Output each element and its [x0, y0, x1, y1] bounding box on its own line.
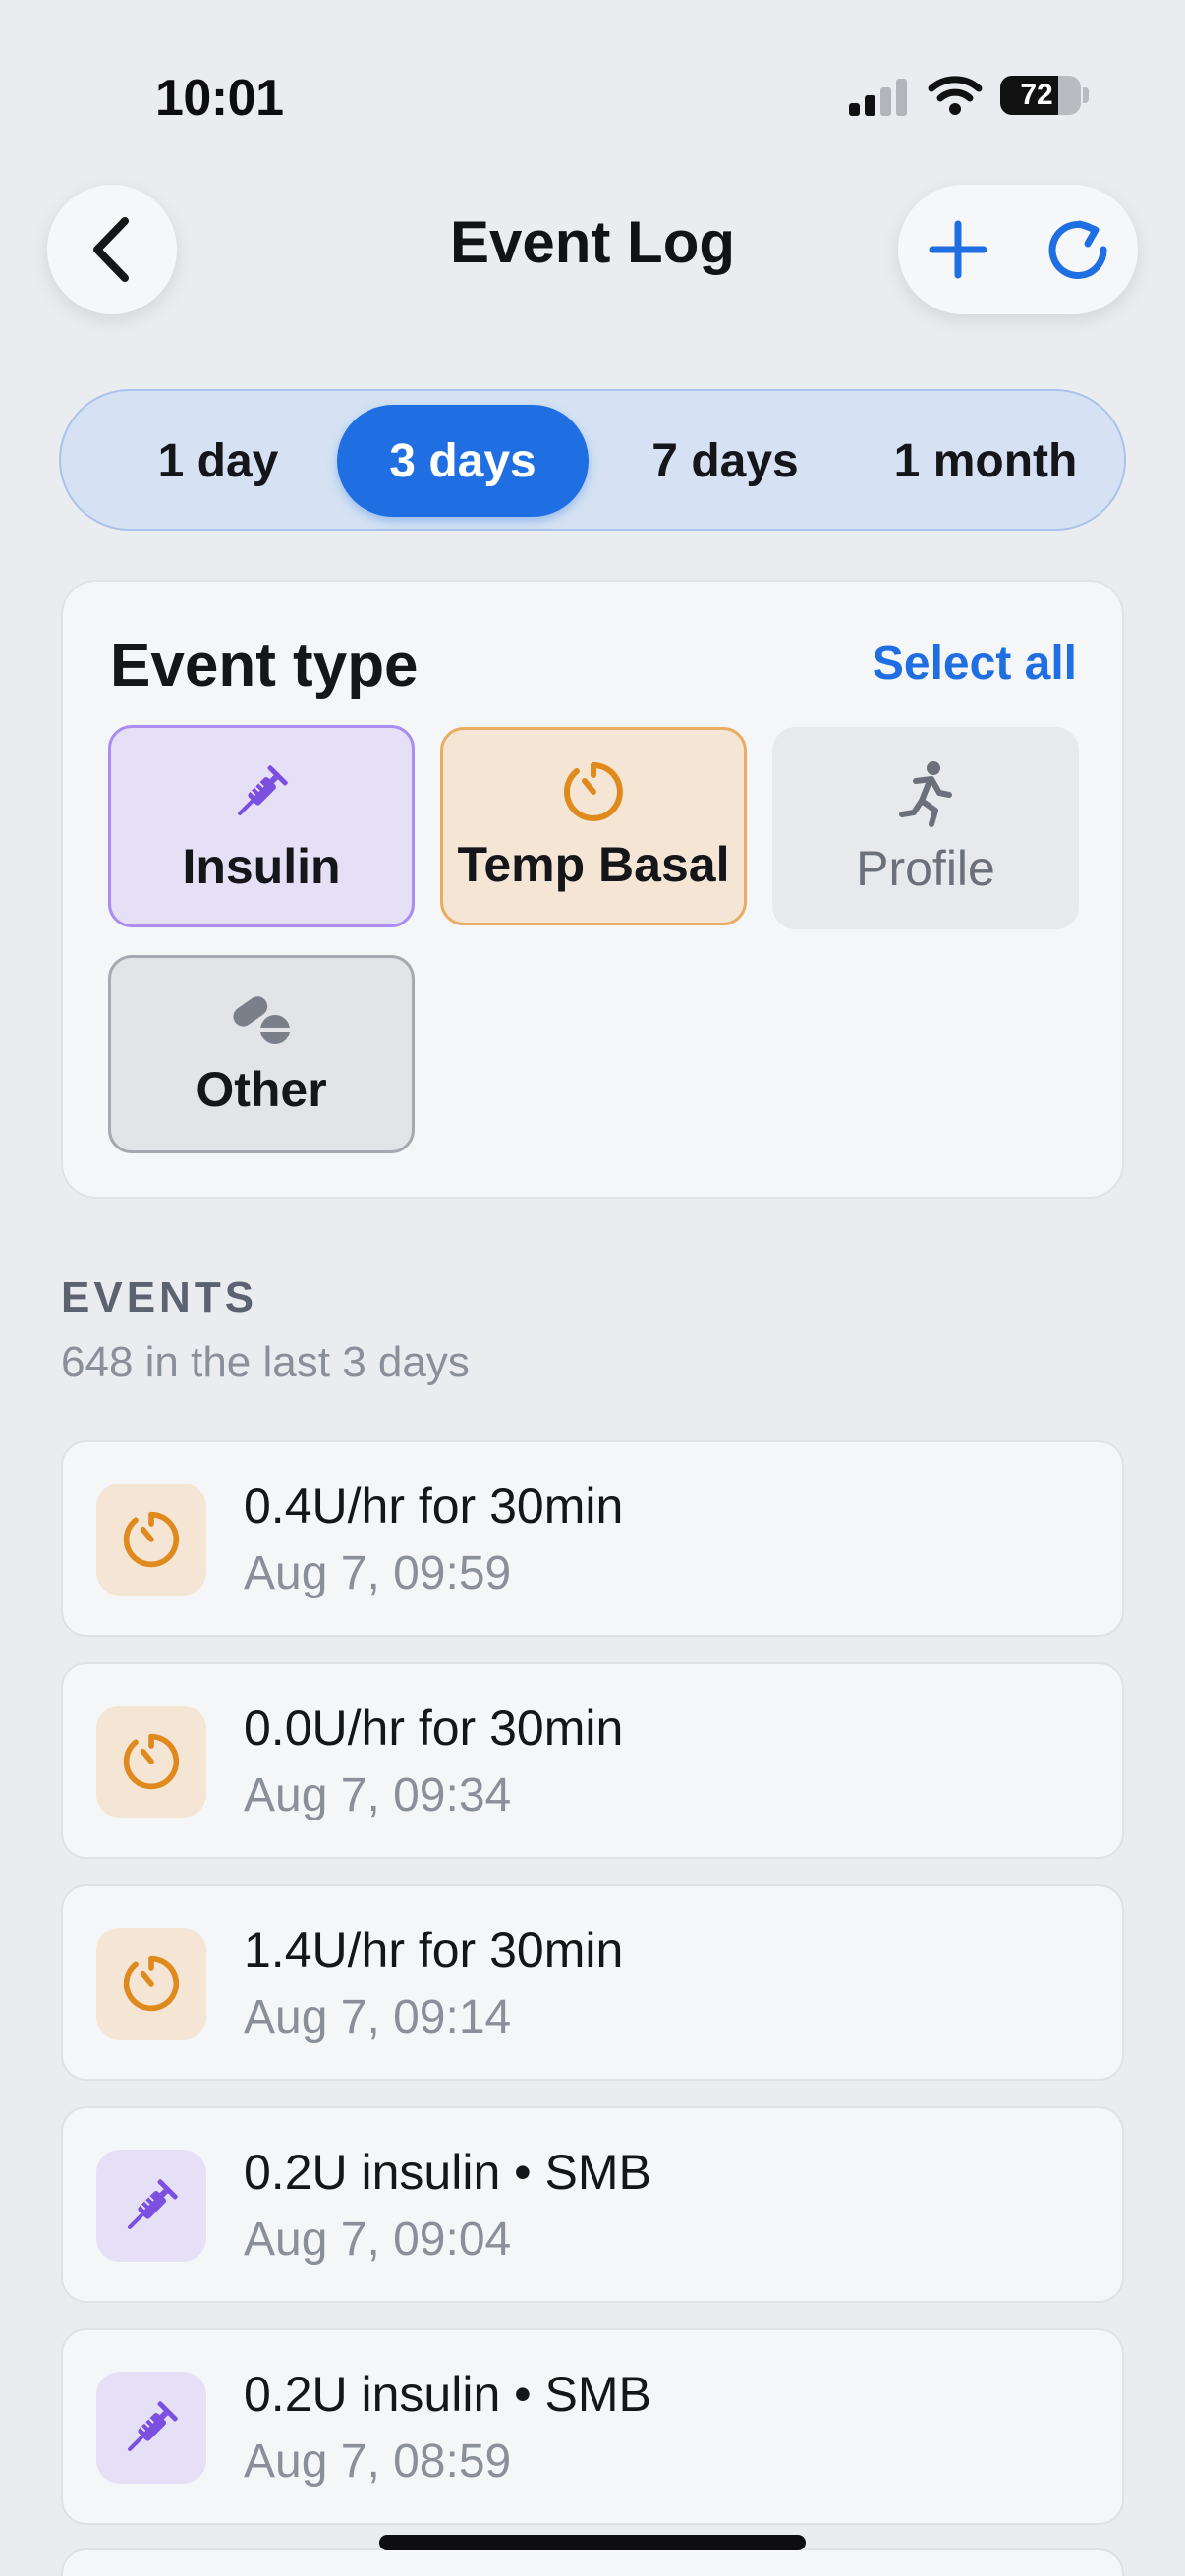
filter-chip-insulin[interactable]: Insulin	[108, 725, 415, 927]
filter-chip-other[interactable]: Other	[108, 955, 415, 1153]
event-row[interactable]: 0.4U/hr for 30min Aug 7, 09:59	[61, 1440, 1124, 1637]
timer-icon	[123, 1955, 180, 2012]
event-row[interactable]: 0.2U insulin • SMB Aug 7, 09:04	[61, 2106, 1124, 2303]
event-icon-container	[96, 1484, 206, 1596]
timer-icon	[123, 1733, 180, 1790]
select-all-button[interactable]: Select all	[873, 637, 1077, 691]
event-time: Aug 7, 09:14	[244, 1991, 512, 2044]
filter-chip-label: Insulin	[182, 839, 341, 894]
range-segmented-control: 1 day 3 days 7 days 1 month	[59, 389, 1126, 531]
event-icon-container	[96, 1928, 206, 2040]
refresh-button[interactable]	[1018, 185, 1138, 314]
syringe-icon	[238, 765, 288, 815]
filter-chip-profile[interactable]: Profile	[772, 727, 1079, 929]
status-time: 10:01	[155, 70, 284, 127]
range-3-days[interactable]: 3 days	[337, 405, 589, 517]
nav-actions	[898, 185, 1138, 314]
event-row-partial[interactable]	[61, 2548, 1124, 2576]
home-indicator	[379, 2535, 806, 2550]
event-title: 0.0U/hr for 30min	[244, 1701, 624, 1756]
event-row[interactable]: 0.0U/hr for 30min Aug 7, 09:34	[61, 1662, 1124, 1859]
event-icon-container	[96, 2150, 206, 2262]
refresh-icon	[1048, 220, 1107, 279]
event-type-title: Event type	[110, 632, 419, 700]
timer-icon	[564, 762, 623, 821]
battery-icon: 72	[1000, 76, 1081, 115]
pills-icon	[233, 996, 290, 1044]
range-1-day[interactable]: 1 day	[100, 405, 336, 517]
filter-chip-label: Profile	[856, 841, 995, 896]
range-7-days[interactable]: 7 days	[607, 405, 843, 517]
event-time: Aug 7, 09:04	[244, 2213, 512, 2266]
add-event-button[interactable]	[898, 185, 1018, 314]
running-person-icon	[899, 761, 952, 827]
event-icon-container	[96, 1706, 206, 1818]
event-time: Aug 7, 09:34	[244, 1769, 512, 1821]
range-1-month[interactable]: 1 month	[857, 405, 1114, 517]
filter-chip-label: Other	[196, 1062, 327, 1117]
filter-chip-temp-basal[interactable]: Temp Basal	[440, 727, 747, 925]
event-row[interactable]: 1.4U/hr for 30min Aug 7, 09:14	[61, 1884, 1124, 2081]
syringe-icon	[128, 2401, 178, 2451]
event-title: 0.4U/hr for 30min	[244, 1479, 624, 1534]
syringe-icon	[128, 2179, 178, 2229]
events-count: 648 in the last 3 days	[61, 1338, 470, 1386]
event-type-card: Event type Select all Insulin Temp Basal…	[61, 580, 1124, 1199]
wifi-icon	[928, 76, 983, 115]
event-log-screen: 10:01 72 Event Log 1 day 3 days 7 days 1…	[0, 0, 1185, 2576]
event-title: 0.2U insulin • SMB	[244, 2145, 651, 2200]
cellular-signal-icon	[849, 79, 908, 116]
event-time: Aug 7, 08:59	[244, 2436, 512, 2488]
event-time: Aug 7, 09:59	[244, 1547, 512, 1599]
battery-percent: 72	[1020, 79, 1053, 111]
timer-icon	[123, 1511, 180, 1568]
event-row[interactable]: 0.2U insulin • SMB Aug 7, 08:59	[61, 2328, 1124, 2525]
plus-icon	[929, 220, 988, 279]
filter-chip-label: Temp Basal	[457, 837, 730, 892]
event-title: 1.4U/hr for 30min	[244, 1923, 624, 1978]
event-title: 0.2U insulin • SMB	[244, 2367, 651, 2422]
event-icon-container	[96, 2372, 206, 2484]
events-section-header: EVENTS	[61, 1273, 258, 1321]
